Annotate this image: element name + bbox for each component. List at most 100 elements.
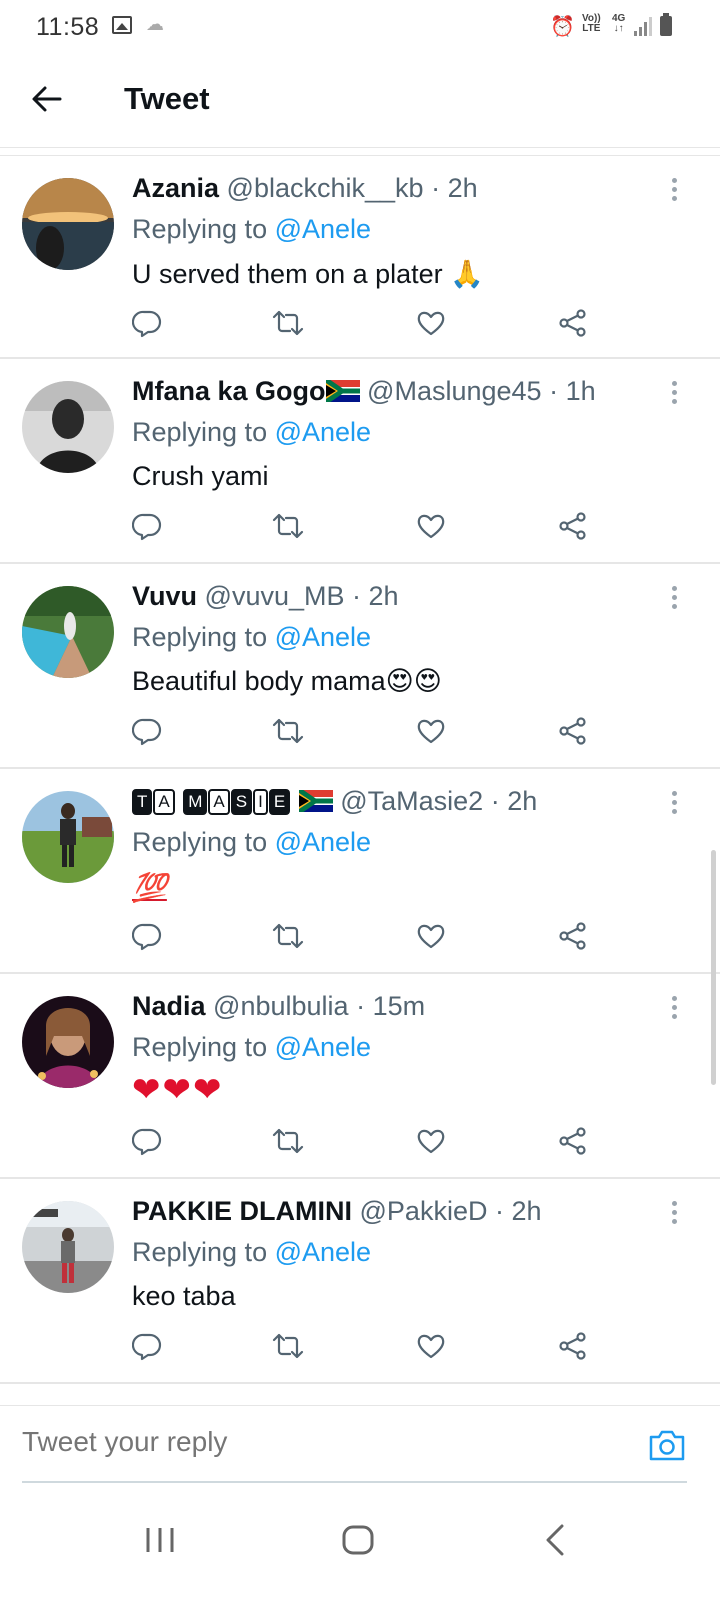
mention-link[interactable]: @Anele xyxy=(275,827,371,857)
tweet-text: Beautiful body mama😍😍 xyxy=(132,666,442,697)
recent-apps-button[interactable] xyxy=(140,1520,180,1560)
more-options-icon[interactable] xyxy=(672,1201,678,1227)
author-name[interactable]: TA MASIE xyxy=(132,786,333,816)
reply-tweet[interactable]: Nadia @nbulbulia · 15m Replying to @Anel… xyxy=(0,974,720,1179)
like-button[interactable] xyxy=(416,1331,450,1365)
reply-tweet[interactable]: TA MASIE @TaMasie2 · 2h Replying to @Ane… xyxy=(0,769,720,974)
more-options-icon[interactable] xyxy=(672,178,678,204)
author-handle[interactable]: @vuvu_MB xyxy=(205,581,345,611)
share-button[interactable] xyxy=(558,1126,592,1160)
more-options-icon[interactable] xyxy=(672,791,678,817)
4g-icon: 4G ↓↑ xyxy=(612,13,626,34)
author-name[interactable]: Vuvu xyxy=(132,581,197,611)
avatar[interactable] xyxy=(22,1201,114,1293)
reply-button[interactable] xyxy=(131,1331,166,1365)
avatar[interactable] xyxy=(22,381,114,473)
mention-link[interactable]: @Anele xyxy=(275,417,371,447)
author-name[interactable]: PAKKIE DLAMINI xyxy=(132,1196,352,1226)
reply-tweet[interactable]: Azania @blackchik__kb · 2h Replying to @… xyxy=(0,156,720,359)
retweet-button[interactable] xyxy=(272,308,306,342)
app-header: Tweet xyxy=(0,54,720,148)
retweet-button[interactable] xyxy=(272,1126,306,1160)
retweet-icon xyxy=(272,1128,304,1154)
author-handle[interactable]: @TaMasie2 xyxy=(340,786,483,816)
retweet-button[interactable] xyxy=(272,1331,306,1365)
share-button[interactable] xyxy=(558,1331,592,1365)
tweet-time: 1h xyxy=(565,376,596,406)
reply-button[interactable] xyxy=(131,511,166,545)
like-button[interactable] xyxy=(416,716,450,750)
tweet-actions xyxy=(131,308,612,342)
battery-icon xyxy=(660,13,672,36)
more-options-icon[interactable] xyxy=(672,381,678,407)
author-handle[interactable]: @blackchik__kb xyxy=(227,173,424,203)
like-button[interactable] xyxy=(416,511,450,545)
author-handle[interactable]: @Maslunge45 xyxy=(367,376,542,406)
reply-icon xyxy=(131,310,162,338)
retweet-button[interactable] xyxy=(272,921,306,955)
alarm-icon: ⏰ xyxy=(550,16,575,38)
home-button[interactable] xyxy=(338,1520,378,1560)
mention-link[interactable]: @Anele xyxy=(275,1237,371,1267)
share-button[interactable] xyxy=(558,511,592,545)
author-name[interactable]: Mfana ka Gogo xyxy=(132,376,360,406)
status-time: 11:58 xyxy=(36,13,100,41)
system-nav-bar xyxy=(0,1490,720,1600)
scrollbar[interactable] xyxy=(711,850,716,1085)
back-button[interactable] xyxy=(30,82,70,118)
reply-button[interactable] xyxy=(131,308,166,342)
heart-icon xyxy=(417,1334,445,1359)
avatar[interactable] xyxy=(22,996,114,1088)
author-handle[interactable]: @PakkieD xyxy=(360,1196,488,1226)
tweet-time: 2h xyxy=(368,581,399,611)
like-button[interactable] xyxy=(416,308,450,342)
share-button[interactable] xyxy=(558,716,592,750)
retweet-button[interactable] xyxy=(272,511,306,545)
heart-icon xyxy=(417,719,445,744)
input-underline xyxy=(22,1481,687,1483)
system-back-button[interactable] xyxy=(536,1520,576,1560)
reply-button[interactable] xyxy=(131,716,166,750)
like-button[interactable] xyxy=(416,921,450,955)
weather-icon: ☁ xyxy=(146,14,164,34)
author-handle[interactable]: @nbulbulia xyxy=(213,991,349,1021)
reply-tweet[interactable]: PAKKIE DLAMINI @PakkieD · 2h Replying to… xyxy=(0,1179,720,1384)
avatar[interactable] xyxy=(22,791,114,883)
more-options-icon[interactable] xyxy=(672,996,678,1022)
tweet-actions xyxy=(131,511,612,545)
reply-button[interactable] xyxy=(131,921,166,955)
camera-icon[interactable] xyxy=(648,1428,686,1462)
reply-tweet[interactable]: Mfana ka Gogo @Maslunge45 · 1h Replying … xyxy=(0,359,720,564)
tweet-actions xyxy=(131,1126,612,1160)
heart-icon xyxy=(417,924,445,949)
share-icon xyxy=(559,309,586,337)
avatar[interactable] xyxy=(22,586,114,678)
reply-input[interactable] xyxy=(22,1426,582,1458)
retweet-icon xyxy=(272,513,304,539)
signal-icon xyxy=(634,16,652,36)
share-button[interactable] xyxy=(558,308,592,342)
replying-to: Replying to @Anele xyxy=(132,214,372,244)
avatar[interactable] xyxy=(22,178,114,270)
retweet-button[interactable] xyxy=(272,716,306,750)
share-button[interactable] xyxy=(558,921,592,955)
tweet-actions xyxy=(131,1331,612,1365)
like-button[interactable] xyxy=(416,1126,450,1160)
reply-tweet[interactable]: Vuvu @vuvu_MB · 2h Replying to @Anele Be… xyxy=(0,564,720,769)
mention-link[interactable]: @Anele xyxy=(275,1032,371,1062)
tweet-header: TA MASIE @TaMasie2 · 2h xyxy=(132,786,537,817)
chevron-left-icon xyxy=(546,1524,564,1556)
hundred-points-emoji: 💯 xyxy=(132,872,167,903)
mention-link[interactable]: @Anele xyxy=(275,622,371,652)
mention-link[interactable]: @Anele xyxy=(275,214,371,244)
replying-to: Replying to @Anele xyxy=(132,417,372,447)
author-name[interactable]: Azania xyxy=(132,173,219,203)
tweet-time: 15m xyxy=(372,991,426,1021)
reply-icon xyxy=(131,513,162,541)
more-options-icon[interactable] xyxy=(672,586,678,612)
tweet-actions xyxy=(131,716,612,750)
author-name[interactable]: Nadia xyxy=(132,991,206,1021)
reply-button[interactable] xyxy=(131,1126,166,1160)
status-bar: 11:58 ☁ ⏰ Vo)) LTE 4G ↓↑ xyxy=(0,0,720,54)
pray-emoji: 🙏 xyxy=(450,259,484,290)
